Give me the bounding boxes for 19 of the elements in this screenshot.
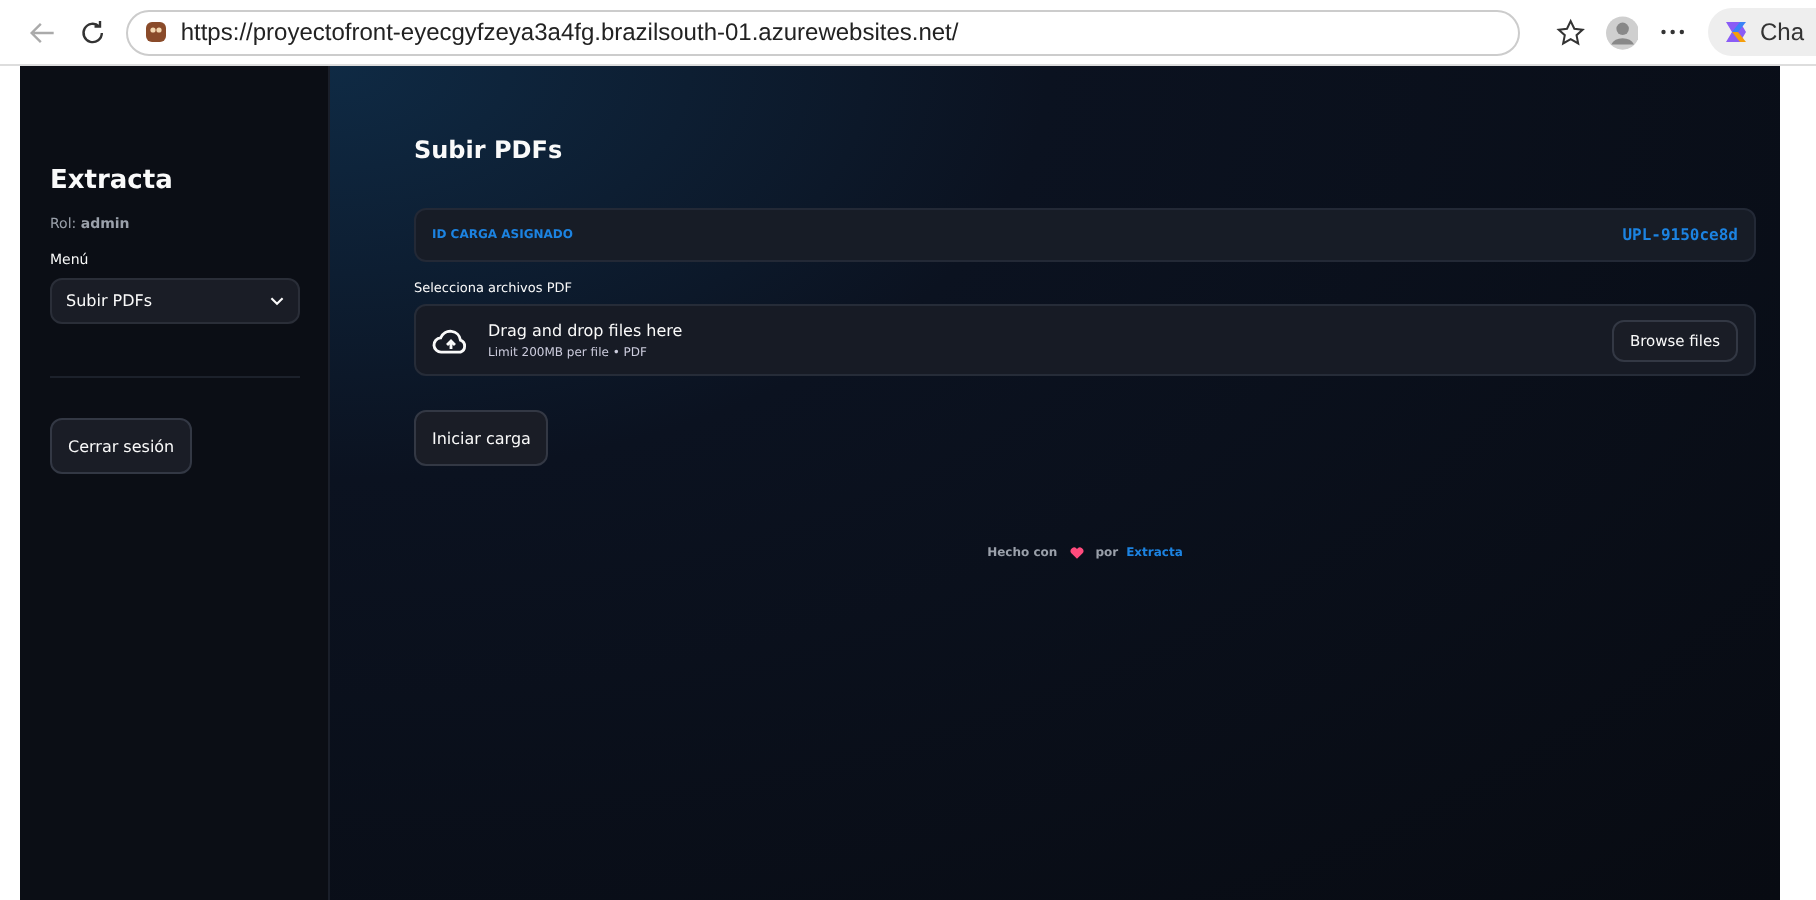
menu-select[interactable]: Subir PDFs [50, 278, 300, 324]
id-value: UPL-9150ce8d [1622, 226, 1738, 244]
copilot-icon [1720, 16, 1752, 48]
more-icon[interactable] [1658, 28, 1688, 36]
profile-icon[interactable] [1605, 15, 1639, 49]
start-upload-button[interactable]: Iniciar carga [414, 410, 549, 466]
address-bar[interactable]: https://proyectofront-eyecgyfzeya3a4fg.brazilsouth-01.azurewebsites.net/ [126, 9, 1521, 55]
favorites-icon[interactable] [1556, 17, 1586, 47]
logout-button[interactable]: Cerrar sesión [50, 418, 193, 474]
copilot-button[interactable]: Cha [1708, 8, 1816, 56]
dropzone-title: Drag and drop files here [488, 321, 685, 339]
reload-icon[interactable] [77, 17, 107, 47]
site-icon [144, 20, 169, 44]
cloud-upload-icon [432, 325, 470, 355]
heart-icon [1069, 546, 1084, 560]
url-text: https://proyectofront-eyecgyfzeya3a4fg.brazilsouth-01.azurewebsites.net/ [180, 18, 959, 46]
app-title: Extracta [50, 166, 175, 196]
chevron-icon [270, 296, 284, 306]
page-title: Subir PDFs [414, 136, 563, 164]
